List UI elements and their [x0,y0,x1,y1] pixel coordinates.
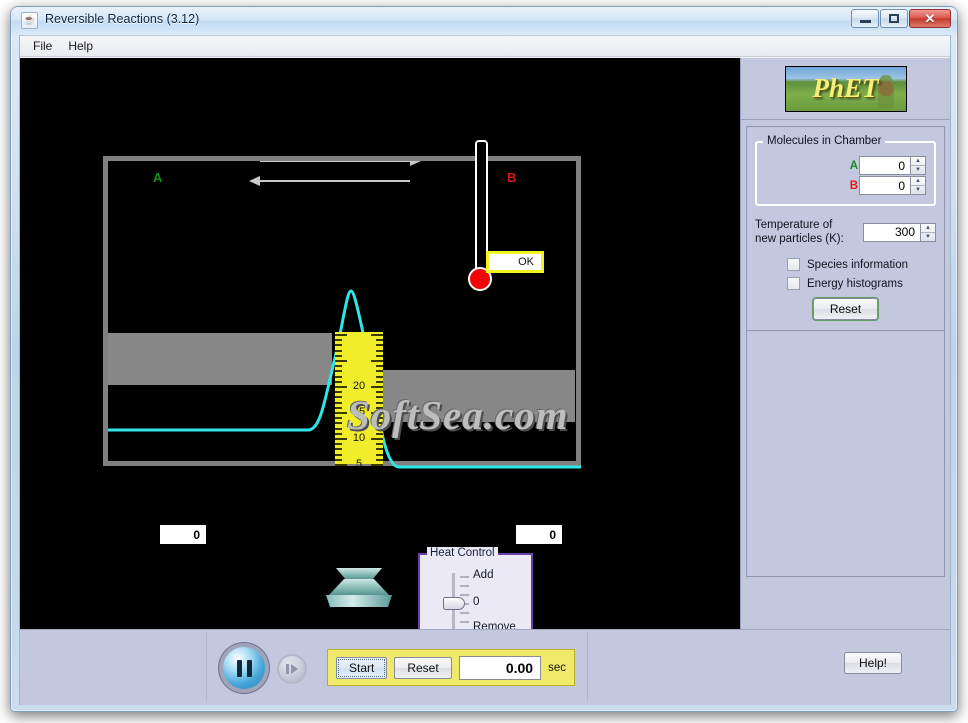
clock-panel: Start Reset 0.00 sec [327,649,575,686]
reset-button[interactable]: Reset [812,298,879,320]
bottom-bar: Start Reset 0.00 sec Help! [20,629,950,705]
molecule-a-input[interactable]: 0 [859,156,911,175]
species-information-row[interactable]: Species information [787,258,938,271]
temperature-input[interactable]: 300 [863,222,921,242]
molecule-b-stepper-up[interactable]: ▲ [911,177,925,186]
temperature-row: Temperature of new particles (K): 300 ▲ … [755,218,936,246]
heat-control-title: Heat Control [427,547,498,559]
maximize-icon [889,14,899,23]
energy-histograms-label: Energy histograms [807,277,903,290]
logo-area: PhET [741,58,950,120]
molecules-in-chamber-group: Molecules in Chamber A 0 ▲ ▼ B 0 ▲ ▼ [755,135,936,206]
content-area: A B 20 15 10 5 OK 0 0 Heat Control Add 0… [20,58,950,705]
java-coffee-icon: ☕ [21,12,38,29]
start-button[interactable]: Start [336,656,388,679]
close-icon: ✕ [924,11,936,26]
step-forward-icon [286,664,298,674]
title-bar: ☕ Reversible Reactions (3.12) ✕ [11,7,957,35]
clock-controls: Start Reset 0.00 sec [206,631,588,701]
menu-help[interactable]: Help [61,37,102,56]
molecule-a-row: A 0 ▲ ▼ [765,156,926,175]
temperature-readout: OK [486,251,544,273]
molecule-a-stepper[interactable]: ▲ ▼ [911,156,926,175]
temperature-stepper[interactable]: ▲ ▼ [921,222,936,242]
application-window: ☕ Reversible Reactions (3.12) ✕ File Hel… [10,6,958,712]
molecule-a-stepper-up[interactable]: ▲ [911,157,925,166]
phet-logo: PhET [784,65,907,112]
counter-b-value: 0 [516,525,562,544]
time-value: 0.00 [458,655,542,680]
species-information-checkbox[interactable] [787,258,800,271]
heat-zero-label: 0 [473,596,480,608]
settings-panel: Molecules in Chamber A 0 ▲ ▼ B 0 ▲ ▼ Tem… [746,126,945,331]
molecules-group-title: Molecules in Chamber [763,135,886,147]
heat-add-label: Add [473,569,494,581]
phet-logo-text: PhET [812,73,879,103]
molecule-b-stepper[interactable]: ▲ ▼ [911,176,926,195]
minimize-icon [859,20,871,23]
close-button[interactable]: ✕ [909,9,951,28]
molecule-b-letter: B [849,179,858,192]
counter-a-value: 0 [160,525,206,544]
heat-control-panel[interactable]: Heat Control Add 0 Remove [418,547,533,629]
step-button[interactable] [279,656,305,682]
help-row: Help! [843,652,902,674]
temperature-stepper-up[interactable]: ▲ [921,224,935,233]
pause-button[interactable] [223,647,265,689]
tree-icon [877,74,894,109]
minimize-button[interactable] [851,9,879,28]
clock-reset-button[interactable]: Reset [394,656,452,679]
control-panel: PhET Molecules in Chamber A 0 ▲ ▼ B 0 ▲ … [740,58,950,629]
temperature-label: Temperature of new particles (K): [755,218,844,246]
reset-row: Reset [753,298,938,320]
temperature-label-line2: new particles (K): [755,233,844,245]
molecule-a-letter: A [849,159,858,172]
molecule-b-row: B 0 ▲ ▼ [765,176,926,195]
pause-icon [236,659,252,677]
maximize-button[interactable] [880,9,908,28]
molecule-b-stepper-down[interactable]: ▼ [911,186,925,194]
species-information-label: Species information [807,258,908,271]
temperature-stepper-down[interactable]: ▼ [921,233,935,241]
watermark: SoftSea.com [347,392,569,438]
client-area: File Help A B 20 15 10 5 OK 0 0 Heat Con… [19,35,951,705]
time-unit-label: sec [548,661,566,674]
panel-empty-area [746,331,945,577]
menu-bar: File Help [20,36,950,57]
window-title: Reversible Reactions (3.12) [45,12,200,26]
menu-file[interactable]: File [26,37,61,56]
molecule-b-input[interactable]: 0 [859,176,911,195]
molecule-a-stepper-down[interactable]: ▼ [911,166,925,174]
heat-remove-label: Remove [473,621,516,629]
energy-histograms-checkbox[interactable] [787,277,800,290]
help-button[interactable]: Help! [843,652,902,674]
simulation-canvas[interactable]: A B 20 15 10 5 OK 0 0 Heat Control Add 0… [20,58,740,629]
energy-histograms-row[interactable]: Energy histograms [787,277,938,290]
heat-slider-thumb[interactable] [443,597,465,610]
molecule-pump[interactable] [314,563,404,611]
temperature-label-line1: Temperature of [755,219,833,231]
